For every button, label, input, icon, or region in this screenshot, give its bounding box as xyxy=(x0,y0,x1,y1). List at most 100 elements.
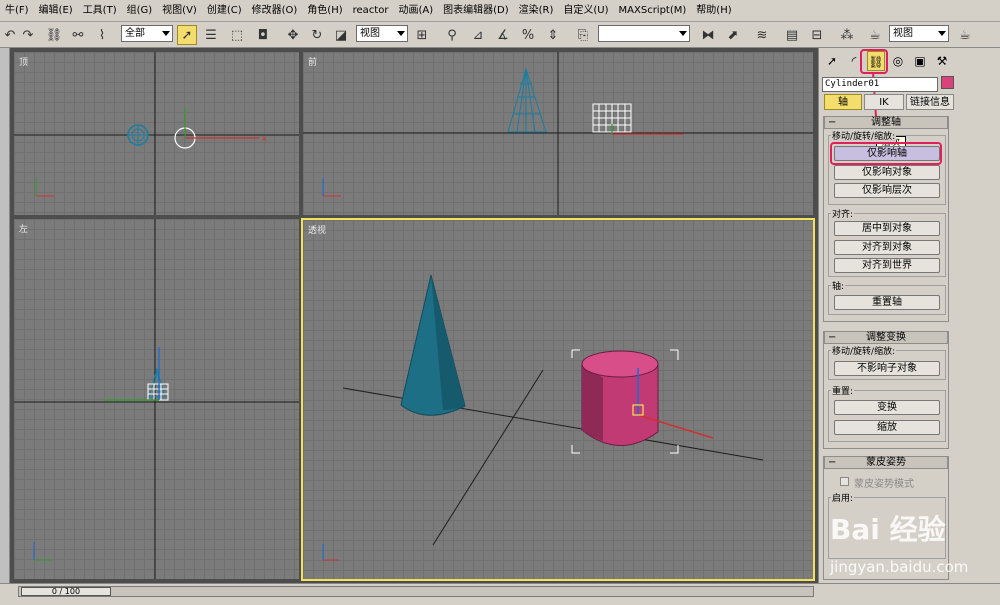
unlink-icon[interactable]: ⚯ xyxy=(68,25,88,45)
center-to-object-button[interactable]: 居中到对象 xyxy=(834,221,940,236)
align-to-world-button[interactable]: 对齐到世界 xyxy=(834,258,940,273)
menu-maxscript[interactable]: MAXScript(M) xyxy=(614,0,692,22)
menu-views[interactable]: 视图(V) xyxy=(157,0,202,22)
tab-ik[interactable]: IK xyxy=(864,94,904,110)
layer-manager-icon[interactable]: ≋ xyxy=(752,25,772,45)
menu-graph-editors[interactable]: 图表编辑器(D) xyxy=(438,0,514,22)
menu-customize[interactable]: 自定义(U) xyxy=(558,0,613,22)
skin-pose-mode-label: 蒙皮姿势模式 xyxy=(854,479,914,490)
reference-coordinate-dropdown[interactable]: 视图 xyxy=(356,25,408,42)
group-label-reset: 重置: xyxy=(831,384,855,397)
group-label-transform-move: 移动/旋转/缩放: xyxy=(831,344,897,357)
time-slider[interactable]: 0 / 100 xyxy=(18,586,814,597)
rollout-title-adjust-pivot[interactable]: − 调整轴 xyxy=(824,116,948,129)
affect-hierarchy-only-button[interactable]: 仅影响层次 xyxy=(834,183,940,198)
reset-scale-button[interactable]: 缩放 xyxy=(834,420,940,435)
edit-named-selection-icon[interactable]: ⎘ xyxy=(573,25,593,45)
menu-file[interactable]: 牛(F) xyxy=(0,0,34,22)
align-icon[interactable]: ⬈ xyxy=(723,25,743,45)
viewport-left[interactable]: 左 xyxy=(14,219,299,579)
rollout-title-skin-pose[interactable]: − 蒙皮姿势 xyxy=(824,456,948,469)
viewport-label-left[interactable]: 左 xyxy=(19,222,28,235)
rollout-adjust-pivot: − 调整轴 移动/旋转/缩放: 仅影响轴 仅影响对象 仅影响层次 对齐: 居中到对… xyxy=(823,116,949,322)
window-crossing-icon[interactable]: ◘ xyxy=(253,25,273,45)
menu-help[interactable]: 帮助(H) xyxy=(691,0,736,22)
object-color-swatch[interactable] xyxy=(941,76,954,89)
rollout-adjust-transform: − 调整变换 移动/旋转/缩放: 不影响子对象 重置: 变换 缩放 xyxy=(823,331,949,449)
command-panel: ➚ ◜ ⛓ ◎ ▣ ⚒ Cylinder01 层次 轴 IK 链接信息 − 调整轴… xyxy=(818,48,1000,583)
cone-perspective xyxy=(400,274,466,416)
menu-animation[interactable]: 动画(A) xyxy=(393,0,438,22)
viewport-label-top[interactable]: 顶 xyxy=(19,55,28,68)
curve-editor-icon[interactable]: ▤ xyxy=(782,25,802,45)
menu-character[interactable]: 角色(H) xyxy=(302,0,347,22)
group-label-pivot: 轴: xyxy=(831,279,846,292)
viewport-label-perspective[interactable]: 透视 xyxy=(308,223,326,236)
bind-space-warp-icon[interactable]: ⌇ xyxy=(92,25,112,45)
select-object-icon[interactable]: ➚ xyxy=(177,25,197,45)
mirror-icon[interactable]: ⧓ xyxy=(698,25,718,45)
affect-object-only-button[interactable]: 仅影响对象 xyxy=(834,165,940,180)
spinner-snap-icon[interactable]: ⇕ xyxy=(543,25,563,45)
menu-create[interactable]: 创建(C) xyxy=(202,0,247,22)
main-toolbar: ↶ ↷ ⛓ ⚯ ⌇ 全部 ➚ ☰ ⬚ ◘ ✥ ↻ ◪ 视图 ⊞ ⚲ ⊿ ∡ % … xyxy=(0,22,1000,48)
menu-reactor[interactable]: reactor xyxy=(348,0,394,22)
watermark-logo: Bai 经验 xyxy=(830,513,946,546)
material-editor-icon[interactable]: ⁂ xyxy=(837,25,857,45)
reset-pivot-button[interactable]: 重置轴 xyxy=(834,295,940,310)
utilities-tab-icon[interactable]: ⚒ xyxy=(933,51,951,71)
viewport-top-canvas: × xyxy=(14,52,299,215)
select-and-move-icon[interactable]: ✥ xyxy=(283,25,303,45)
object-name-field[interactable]: Cylinder01 xyxy=(822,77,938,92)
reset-transform-button[interactable]: 变换 xyxy=(834,400,940,415)
create-tab-icon[interactable]: ➚ xyxy=(823,51,841,71)
select-and-rotate-icon[interactable]: ↻ xyxy=(307,25,327,45)
dont-affect-children-button[interactable]: 不影响子对象 xyxy=(834,361,940,376)
menu-edit[interactable]: 编辑(E) xyxy=(34,0,78,22)
tab-pivot[interactable]: 轴 xyxy=(824,94,862,110)
selection-filter-dropdown[interactable]: 全部 xyxy=(121,25,173,42)
display-tab-icon[interactable]: ▣ xyxy=(911,51,929,71)
schematic-view-icon[interactable]: ⊟ xyxy=(807,25,827,45)
rollout-title-adjust-transform[interactable]: − 调整变换 xyxy=(824,331,948,344)
menu-group[interactable]: 组(G) xyxy=(122,0,158,22)
menu-bar: 牛(F) 编辑(E) 工具(T) 组(G) 视图(V) 创建(C) 修改器(O)… xyxy=(0,0,1000,22)
rectangular-selection-icon[interactable]: ⬚ xyxy=(227,25,247,45)
undo-icon[interactable]: ↶ xyxy=(0,25,20,45)
group-label-align: 对齐: xyxy=(831,207,855,220)
baidu-watermark: Bai 经验 jingyan.baidu.com xyxy=(830,508,998,583)
viewport-perspective-canvas xyxy=(322,274,764,561)
svg-text:×: × xyxy=(261,134,268,143)
select-and-scale-icon[interactable]: ◪ xyxy=(331,25,351,45)
manipulate-icon[interactable]: ⚲ xyxy=(442,25,462,45)
viewport-perspective[interactable]: 透视 xyxy=(301,218,815,581)
percent-snap-icon[interactable]: % xyxy=(518,25,538,45)
pivot-center-icon[interactable]: ⊞ xyxy=(412,25,432,45)
cone-top-wireframe xyxy=(127,124,149,146)
render-setup-icon[interactable]: ☕ xyxy=(865,25,885,45)
viewport-label-front[interactable]: 前 xyxy=(308,55,317,68)
quick-render-icon[interactable]: ☕ xyxy=(955,25,975,45)
tab-link-info[interactable]: 链接信息 xyxy=(906,94,954,110)
snaps-toggle-icon[interactable]: ⊿ xyxy=(468,25,488,45)
select-and-link-icon[interactable]: ⛓ xyxy=(44,25,64,45)
angle-snap-icon[interactable]: ∡ xyxy=(493,25,513,45)
render-view-dropdown[interactable]: 视图 xyxy=(889,25,949,42)
affect-pivot-only-button[interactable]: 仅影响轴 xyxy=(834,146,940,161)
viewport-front-canvas xyxy=(303,52,813,215)
skin-pose-mode-checkbox[interactable] xyxy=(840,477,849,486)
align-to-object-button[interactable]: 对齐到对象 xyxy=(834,240,940,255)
time-slider-knob[interactable]: 0 / 100 xyxy=(21,587,111,596)
cone-front-wireframe xyxy=(507,67,547,133)
viewport-front[interactable]: 前 xyxy=(303,52,813,215)
cone-left-wireframe xyxy=(148,367,166,398)
motion-tab-icon[interactable]: ◎ xyxy=(889,51,907,71)
menu-tools[interactable]: 工具(T) xyxy=(78,0,122,22)
select-by-name-icon[interactable]: ☰ xyxy=(201,25,221,45)
menu-rendering[interactable]: 渲染(R) xyxy=(514,0,559,22)
menu-modifiers[interactable]: 修改器(O) xyxy=(247,0,303,22)
viewport-top[interactable]: × 顶 xyxy=(14,52,299,215)
cylinder-left-wireframe xyxy=(147,383,169,401)
redo-icon[interactable]: ↷ xyxy=(18,25,38,45)
named-selection-dropdown[interactable] xyxy=(598,25,690,42)
